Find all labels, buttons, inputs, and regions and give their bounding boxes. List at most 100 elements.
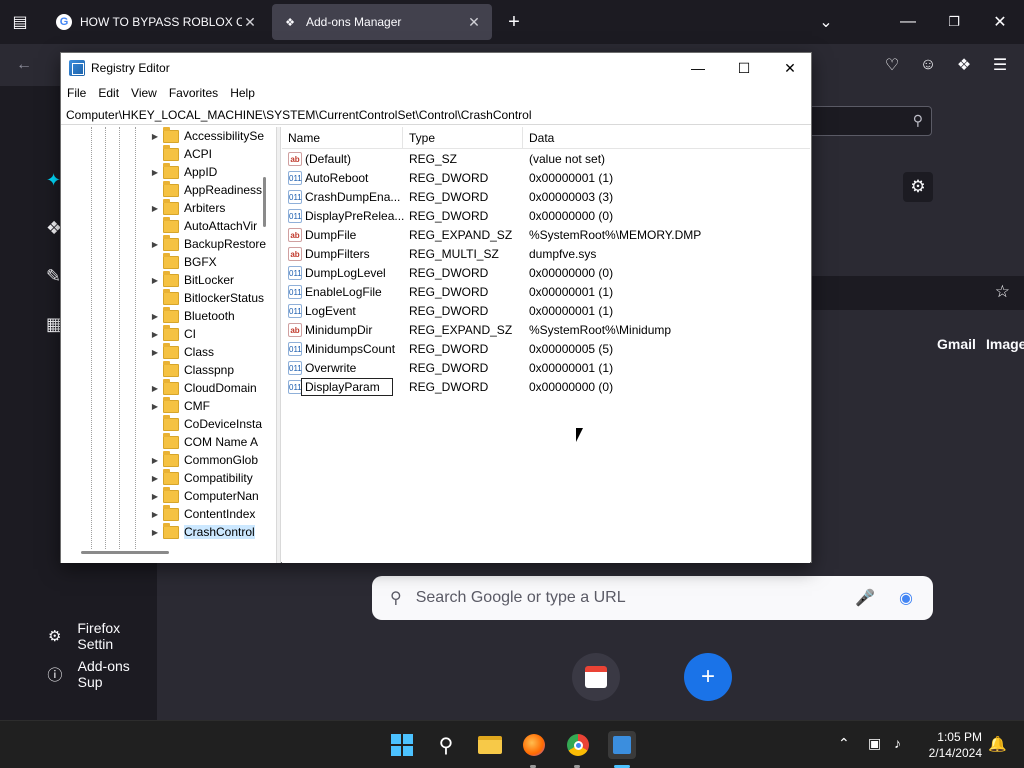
tree-key-item[interactable]: ▶ BackupRestore <box>149 234 266 253</box>
close-button[interactable]: ✕ <box>767 53 813 83</box>
network-icon[interactable]: ▣ <box>868 735 881 752</box>
firefox-icon[interactable] <box>520 731 548 759</box>
chevron-right-icon[interactable]: ▶ <box>149 528 161 537</box>
file-explorer-icon[interactable] <box>476 731 504 759</box>
shortcut-tile[interactable] <box>572 653 620 701</box>
volume-muted-icon[interactable]: ♪ <box>894 735 901 751</box>
value-row[interactable]: 011 MinidumpsCount REG_DWORD 0x00000005 (5) <box>282 340 810 359</box>
value-row[interactable]: 011 DumpLogLevel REG_DWORD 0x00000000 (0) <box>282 264 810 283</box>
images-link[interactable]: Image <box>986 336 1024 352</box>
column-data[interactable]: Data <box>529 131 554 145</box>
value-row[interactable]: ab DumpFilters REG_MULTI_SZ dumpfve.sys <box>282 245 810 264</box>
firefox-settings-link[interactable]: ⚙ Firefox Settin <box>46 620 157 652</box>
chevron-up-icon[interactable]: ⌃ <box>838 735 850 752</box>
chevron-right-icon[interactable]: ▶ <box>149 402 161 411</box>
chevron-right-icon[interactable]: ▶ <box>149 492 161 501</box>
chevron-right-icon[interactable]: ▶ <box>149 204 161 213</box>
key-tree[interactable]: ▶ AccessibilitySe ACPI ▶ AppID AppReadiness ▶ A… <box>61 127 277 563</box>
addons-support-link[interactable]: ⓘ Add-ons Sup <box>46 658 157 690</box>
menu-help[interactable]: Help <box>230 86 255 100</box>
values-list[interactable]: Name Type Data ab (Default) REG_SZ (value n… <box>282 127 810 563</box>
rename-input[interactable]: DisplayParam <box>301 378 393 396</box>
menu-icon[interactable]: ☰ <box>986 51 1014 79</box>
menu-file[interactable]: File <box>67 86 86 100</box>
lens-camera-icon[interactable]: ◉ <box>899 588 913 608</box>
tree-key-item[interactable]: ▶ CI <box>149 324 196 343</box>
menu-edit[interactable]: Edit <box>98 86 119 100</box>
value-row[interactable]: ab (Default) REG_SZ (value not set) <box>282 150 810 169</box>
chevron-right-icon[interactable]: ▶ <box>149 456 161 465</box>
recommendations-icon[interactable]: ✦ <box>46 170 61 191</box>
firefox-view-icon[interactable]: ▤ <box>6 8 34 36</box>
restore-icon[interactable]: ❐ <box>940 8 968 36</box>
tree-key-item[interactable]: ▶ CrashControl <box>149 522 255 541</box>
search-icon[interactable]: ⚲ <box>432 731 460 759</box>
maximize-button[interactable]: ☐ <box>721 53 767 83</box>
pane-splitter[interactable] <box>277 127 281 563</box>
tree-key-item[interactable]: ▶ ContentIndex <box>149 504 255 523</box>
tree-key-item[interactable]: ▶ AccessibilitySe <box>149 127 264 145</box>
chevron-right-icon[interactable]: ▶ <box>149 510 161 519</box>
gear-icon[interactable]: ⚙ <box>903 172 933 202</box>
value-row[interactable]: ab MinidumpDir REG_EXPAND_SZ %SystemRoot%\M… <box>282 321 810 340</box>
tree-key-item[interactable]: ▶ Compatibility <box>149 468 253 487</box>
tree-key-item[interactable]: ▶ Arbiters <box>149 198 225 217</box>
google-search-box[interactable]: ⚲ Search Google or type a URL 🎤 ◉ <box>372 576 933 620</box>
value-row[interactable]: 011 EnableLogFile REG_DWORD 0x00000001 (1) <box>282 283 810 302</box>
minimize-icon[interactable]: — <box>894 8 922 36</box>
tree-key-item[interactable]: ▶ AppID <box>149 162 217 181</box>
address-bar[interactable]: Computer\HKEY_LOCAL_MACHINE\SYSTEM\Curre… <box>61 105 811 125</box>
chevron-right-icon[interactable]: ▶ <box>149 312 161 321</box>
tree-key-item[interactable]: AutoAttachVir <box>149 216 257 235</box>
gmail-link[interactable]: Gmail <box>937 336 976 352</box>
chevron-right-icon[interactable]: ▶ <box>149 384 161 393</box>
tree-key-item[interactable]: ▶ CommonGlob <box>149 450 258 469</box>
chevron-right-icon[interactable]: ▶ <box>149 240 161 249</box>
star-icon[interactable]: ☆ <box>995 282 1010 302</box>
tab-roblox[interactable]: G HOW TO BYPASS ROBLOX CAP ✕ <box>46 4 268 40</box>
pocket-icon[interactable]: ♡ <box>878 51 906 79</box>
tree-key-item[interactable]: COM Name A <box>149 432 258 451</box>
chevron-right-icon[interactable]: ▶ <box>149 348 161 357</box>
chevron-right-icon[interactable]: ▶ <box>149 330 161 339</box>
tree-key-item[interactable]: ▶ Class <box>149 342 214 361</box>
close-icon[interactable]: ✕ <box>466 14 482 31</box>
tree-key-item[interactable]: CoDeviceInsta <box>149 414 262 433</box>
value-row[interactable]: 011 CrashDumpEna... REG_DWORD 0x00000003 (3… <box>282 188 810 207</box>
microphone-icon[interactable]: 🎤 <box>855 588 875 608</box>
value-row-renaming[interactable]: 011 DisplayParam REG_DWORD 0x00000000 (0… <box>282 378 810 397</box>
tree-key-item[interactable]: ▶ ComputerNan <box>149 486 259 505</box>
tree-horizontal-scrollbar[interactable] <box>81 551 169 554</box>
close-window-icon[interactable]: ✕ <box>986 8 1014 36</box>
new-tab-button[interactable]: + <box>500 8 528 36</box>
windows-start-icon[interactable] <box>388 731 416 759</box>
tree-key-item[interactable]: Classpnp <box>149 360 234 379</box>
tree-key-item[interactable]: AppReadiness <box>149 180 262 199</box>
tree-key-item[interactable]: ▶ BitLocker <box>149 270 234 289</box>
tree-vertical-scrollbar[interactable] <box>263 177 266 227</box>
list-tabs-icon[interactable]: ⌄ <box>812 8 840 36</box>
chevron-right-icon[interactable]: ▶ <box>149 276 161 285</box>
value-row[interactable]: ab DumpFile REG_EXPAND_SZ %SystemRoot%\MEMO… <box>282 226 810 245</box>
chevron-right-icon[interactable]: ▶ <box>149 132 161 141</box>
menu-favorites[interactable]: Favorites <box>169 86 218 100</box>
chevron-right-icon[interactable]: ▶ <box>149 474 161 483</box>
chrome-icon[interactable] <box>564 731 592 759</box>
value-row[interactable]: 011 Overwrite REG_DWORD 0x00000001 (1) <box>282 359 810 378</box>
tree-key-item[interactable]: BGFX <box>149 252 217 271</box>
tree-key-item[interactable]: ▶ CloudDomain <box>149 378 257 397</box>
tree-key-item[interactable]: ▶ CMF <box>149 396 210 415</box>
add-shortcut-button[interactable]: + <box>684 653 732 701</box>
column-type[interactable]: Type <box>409 131 435 145</box>
column-divider[interactable] <box>522 127 523 149</box>
minimize-button[interactable]: — <box>675 53 721 83</box>
column-name[interactable]: Name <box>288 131 320 145</box>
notification-bell-icon[interactable]: 🔔 <box>988 735 1007 753</box>
column-divider[interactable] <box>402 127 403 149</box>
back-icon[interactable]: ← <box>10 51 38 79</box>
regedit-taskbar-icon[interactable] <box>608 731 636 759</box>
tree-key-item[interactable]: ACPI <box>149 144 212 163</box>
menu-view[interactable]: View <box>131 86 157 100</box>
system-clock[interactable]: 1:05 PM 2/14/2024 <box>929 729 982 761</box>
account-icon[interactable]: ☺ <box>914 51 942 79</box>
